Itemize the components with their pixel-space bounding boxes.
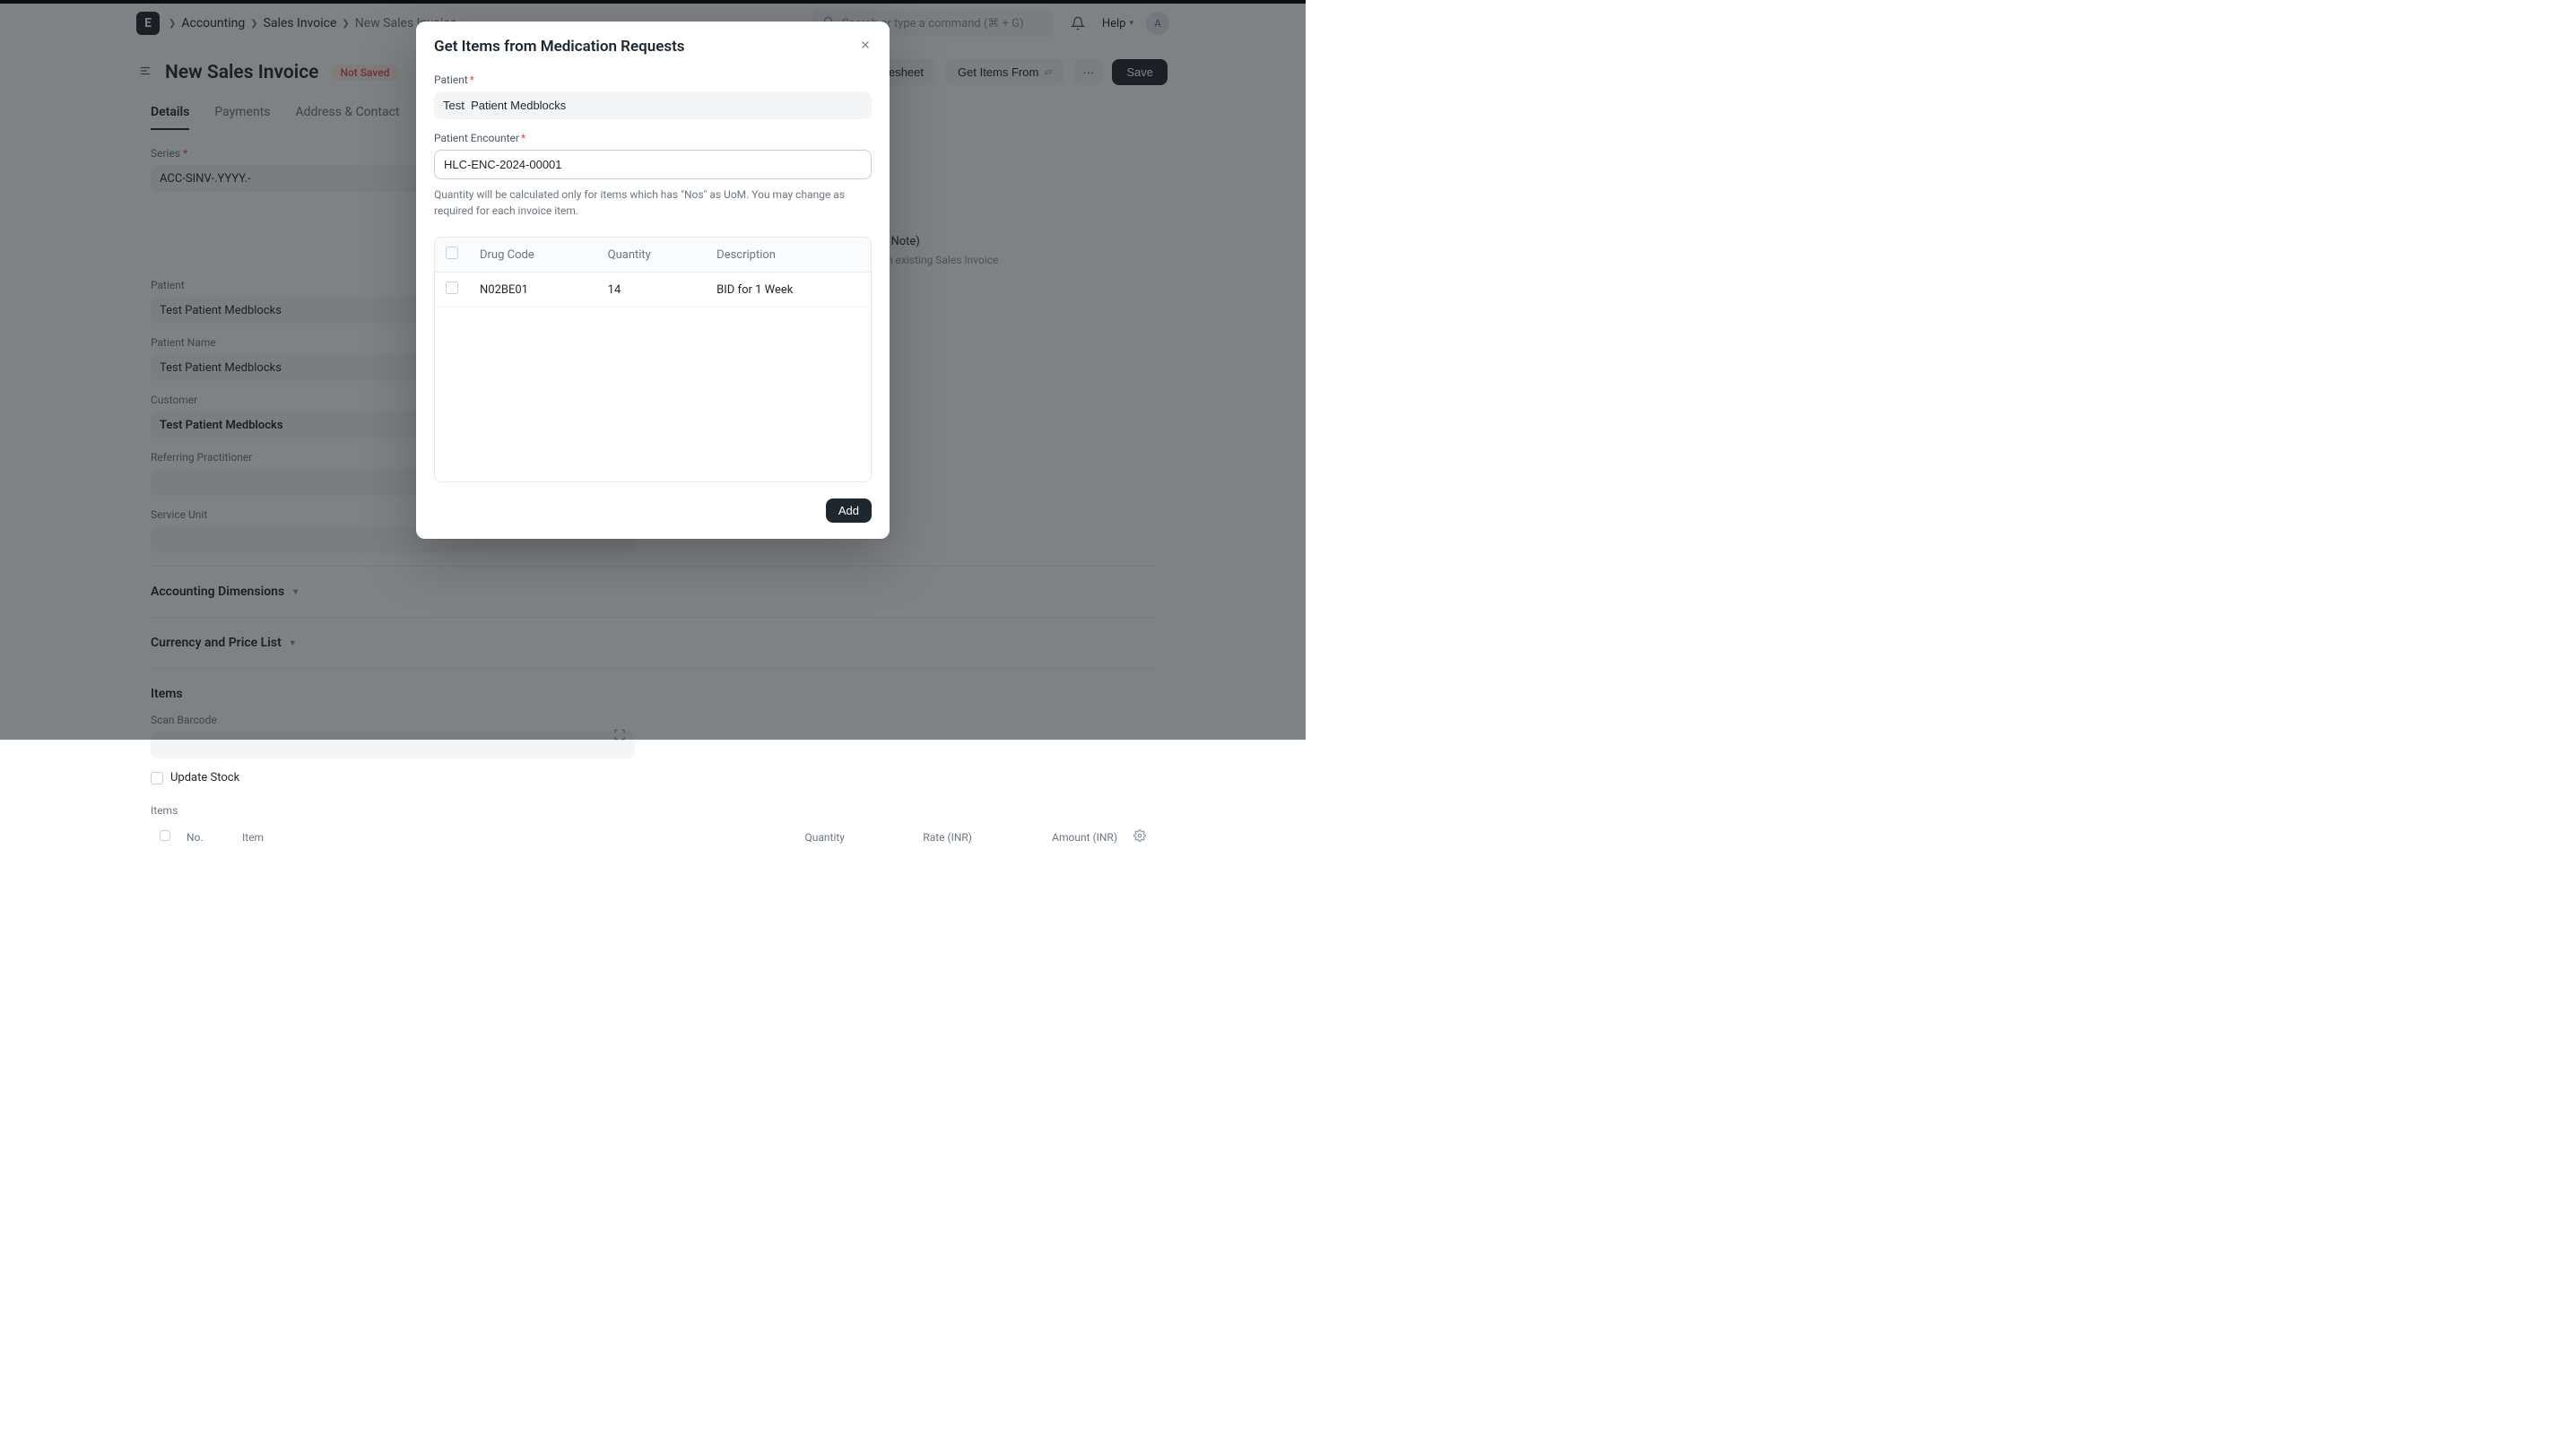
modal-patient-input[interactable] [434,91,872,119]
col-drug-code: Drug Code [469,238,597,273]
add-button[interactable]: Add [826,498,872,523]
table-row[interactable]: N02BE01 14 BID for 1 Week [435,273,871,308]
update-stock-checkbox[interactable]: Update Stock [151,771,1155,784]
modal-encounter-input[interactable] [434,150,872,179]
gear-icon[interactable] [1126,824,1153,850]
modal-title: Get Items from Medication Requests [434,38,685,56]
items-table: No. Item Quantity Rate (INR) Amount (INR… [151,822,1155,852]
row-checkbox[interactable] [446,282,458,294]
modal-field-encounter: Patient Encounter* Quantity will be calc… [434,132,872,219]
select-all-checkbox[interactable] [446,247,458,259]
col-description: Description [706,238,871,273]
cell-quantity: 14 [597,273,707,308]
items-table-label: Items [151,804,1155,817]
cell-drug-code: N02BE01 [469,273,597,308]
close-icon[interactable] [859,39,872,55]
modal-items-table: Drug Code Quantity Description N02BE01 1… [434,237,872,482]
col-quantity: Quantity [597,238,707,273]
modal-help-text: Quantity will be calculated only for ite… [434,186,872,219]
modal-field-patient: Patient* [434,74,872,119]
cell-description: BID for 1 Week [706,273,871,308]
get-items-modal: Get Items from Medication Requests Patie… [416,22,890,539]
modal-overlay[interactable]: Get Items from Medication Requests Patie… [0,0,1306,740]
